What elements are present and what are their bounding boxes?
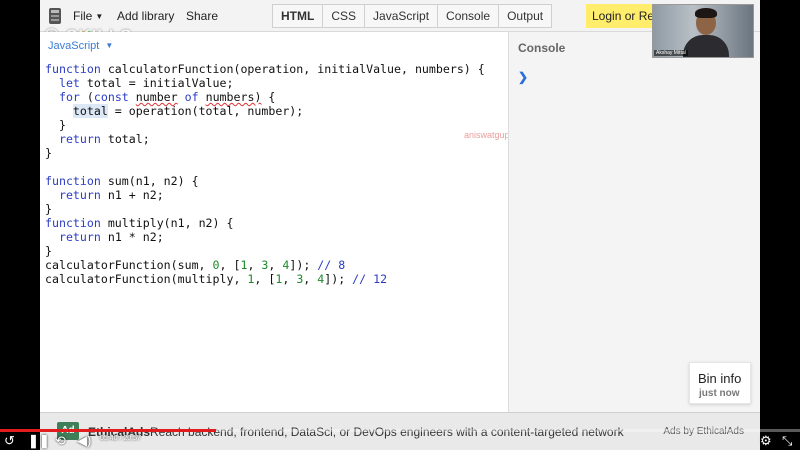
code-line[interactable]: return n1 + n2;: [45, 188, 485, 202]
caret-down-icon: ▼: [95, 12, 104, 21]
jsbin-page: File ▼ Add library Share HTML CSS JavaScr…: [40, 0, 760, 450]
code-token: // 12: [352, 272, 388, 286]
code-token: 0: [212, 258, 220, 272]
code-token: calculatorFunction(sum,: [45, 258, 213, 272]
code-line[interactable]: for (const number of numbers) {: [45, 90, 485, 104]
code-token: ,: [268, 258, 283, 272]
code-token: return: [58, 132, 108, 146]
jsbin-logo-icon[interactable]: [47, 6, 63, 26]
code-token: sum(n1, n2) {: [107, 174, 199, 188]
code-token: total = initialValue;: [86, 76, 234, 90]
menu-file-label: File: [73, 9, 93, 23]
code-token: }: [45, 244, 52, 258]
code-token: , [: [219, 258, 241, 272]
menu-share[interactable]: Share: [186, 9, 218, 23]
language-label: JavaScript: [48, 40, 100, 52]
tab-output[interactable]: Output: [499, 5, 551, 27]
code-token: }: [45, 146, 52, 160]
code-token: total;: [107, 132, 150, 146]
code-token: of: [184, 90, 206, 104]
code-token: (: [86, 90, 94, 104]
code-area[interactable]: function calculatorFunction(operation, i…: [45, 62, 485, 286]
tab-javascript[interactable]: JavaScript: [365, 5, 439, 27]
code-token: ,: [282, 272, 297, 286]
code-line[interactable]: return n1 * n2;: [45, 230, 485, 244]
code-token: }: [45, 118, 66, 132]
code-token: // 8: [317, 258, 346, 272]
code-token: function: [45, 216, 108, 230]
presenter-name: Akshay Mittal: [654, 50, 688, 56]
pause-icon[interactable]: ❚❚: [28, 433, 50, 449]
menu-file[interactable]: File ▼: [73, 9, 103, 23]
bin-info-title: Bin info: [698, 371, 742, 386]
code-token: ]);: [289, 258, 318, 272]
code-token: calculatorFunction(operation, initialVal…: [107, 62, 485, 76]
code-line[interactable]: let total = initialValue;: [45, 76, 485, 90]
bin-info-subtitle: just now: [699, 388, 740, 399]
video-frame: File ▼ Add library Share HTML CSS JavaScr…: [0, 0, 800, 450]
code-line[interactable]: }: [45, 146, 485, 160]
code-line[interactable]: calculatorFunction(sum, 0, [1, 3, 4]); /…: [45, 258, 485, 272]
code-token: n1 + n2;: [107, 188, 164, 202]
code-line[interactable]: }: [45, 244, 485, 258]
bin-info-button[interactable]: Bin info just now: [689, 362, 751, 404]
console-panel: Console ❯ Bin info just now: [508, 32, 760, 412]
code-token: multiply(n1, n2) {: [107, 216, 234, 230]
code-token: ,: [303, 272, 318, 286]
tab-css[interactable]: CSS: [323, 5, 366, 27]
menu-add-library[interactable]: Add library: [117, 9, 174, 23]
code-token: const: [93, 90, 136, 104]
tab-console[interactable]: Console: [438, 5, 500, 27]
video-time: 05:40 / 20:57: [100, 435, 141, 442]
code-token: let: [58, 76, 87, 90]
webcam-overlay: Akshay Mittal: [652, 4, 754, 58]
caret-down-icon: ▼: [105, 41, 114, 50]
code-token: return: [58, 230, 108, 244]
code-token: ]);: [324, 272, 353, 286]
exit-fullscreen-icon[interactable]: ⤡: [782, 433, 792, 449]
javascript-editor[interactable]: JavaScript ▼ function calculatorFunction…: [40, 32, 508, 412]
code-line[interactable]: function sum(n1, n2) {: [45, 174, 485, 188]
panel-toggles: HTML CSS JavaScript Console Output: [272, 4, 553, 28]
settings-gear-icon[interactable]: ⚙: [760, 433, 772, 449]
code-token: number: [135, 90, 178, 104]
code-token: n1 * n2;: [107, 230, 164, 244]
code-token: function: [45, 174, 108, 188]
code-token: = operation(total, number);: [107, 104, 304, 118]
code-token: total: [72, 104, 108, 118]
code-line[interactable]: return total;: [45, 132, 485, 146]
language-select[interactable]: JavaScript ▼: [48, 40, 113, 52]
replay-icon[interactable]: ↺: [4, 433, 15, 449]
code-token: }: [45, 202, 52, 216]
code-token: {: [261, 90, 276, 104]
code-line[interactable]: function multiply(n1, n2) {: [45, 216, 485, 230]
code-token: for: [58, 90, 87, 104]
console-prompt-icon[interactable]: ❯: [518, 70, 528, 84]
code-line[interactable]: calculatorFunction(multiply, 1, [1, 3, 4…: [45, 272, 485, 286]
code-token: return: [58, 188, 108, 202]
console-title: Console: [518, 41, 566, 55]
code-line[interactable]: }: [45, 202, 485, 216]
code-token: ,: [247, 258, 262, 272]
code-token: numbers): [205, 90, 262, 104]
code-token: function: [45, 62, 108, 76]
volume-icon[interactable]: ◀): [77, 433, 91, 449]
code-line[interactable]: }: [45, 118, 485, 132]
code-line[interactable]: function calculatorFunction(operation, i…: [45, 62, 485, 76]
tab-html[interactable]: HTML: [273, 5, 324, 27]
code-token: calculatorFunction(multiply,: [45, 272, 248, 286]
code-line[interactable]: [45, 160, 485, 174]
code-token: , [: [254, 272, 276, 286]
presenter-hair: [695, 8, 717, 18]
rewind-10-icon[interactable]: ⟲: [55, 433, 66, 449]
code-line[interactable]: total = operation(total, number);: [45, 104, 485, 118]
